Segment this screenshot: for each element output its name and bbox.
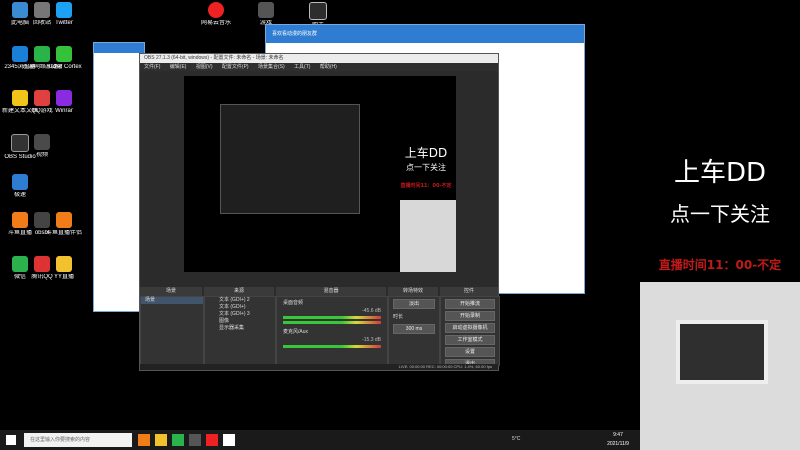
- menu-tools[interactable]: 工具(T): [294, 64, 310, 70]
- mixer-meter: [283, 321, 381, 324]
- studio-mode-button[interactable]: 工作室模式: [445, 335, 495, 345]
- taskbar-search-input[interactable]: 在这里输入你要搜索的内容: [24, 433, 132, 447]
- transition-duration-input[interactable]: 300 ms: [393, 324, 435, 334]
- mixer-meter: [283, 345, 381, 348]
- desktop-icon[interactable]: Winrar: [44, 90, 84, 115]
- mixer-track-level: -45.6 dB: [362, 308, 381, 314]
- mixer-title: 混音器: [276, 287, 386, 296]
- taskbar-app-icon[interactable]: [189, 434, 201, 446]
- taskbar-app-icon[interactable]: [172, 434, 184, 446]
- menu-edit[interactable]: 编辑(E): [170, 64, 187, 70]
- controls-title: 控件: [440, 287, 498, 296]
- taskbar-app-icon[interactable]: [155, 434, 167, 446]
- obs-menubar: 文件(F) 编辑(E) 视图(V) 配置文件(P) 场景集合(S) 工具(T) …: [140, 63, 498, 71]
- mixer-dock[interactable]: 桌面音频 -45.6 dB 麦克风/Aux -15.3 dB: [276, 296, 388, 366]
- camera-window-frame: [676, 320, 768, 384]
- weather-text: 5°C: [512, 436, 521, 442]
- music-icon: [208, 2, 224, 18]
- virtual-camera-button[interactable]: 启动虚拟摄像机: [445, 323, 495, 333]
- scene-item[interactable]: 场景: [141, 297, 203, 304]
- preview-camera: [400, 200, 456, 272]
- obs-window[interactable]: OBS 27.1.3 (64-bit, windows) - 配置文件: 未命名…: [139, 53, 500, 371]
- twitter-icon: [56, 2, 72, 18]
- taskbar-app-icon[interactable]: [223, 434, 235, 446]
- video-icon: [34, 134, 50, 150]
- sources-title: 来源: [204, 287, 274, 296]
- mixer-track-level: -15.3 dB: [362, 337, 381, 343]
- overlay-schedule: 直播时间11：00-不定: [658, 258, 782, 272]
- transitions-dock[interactable]: 淡出 时长 300 ms: [388, 296, 440, 366]
- desktop-icon[interactable]: 极速: [0, 174, 40, 199]
- transition-select[interactable]: 淡出: [393, 299, 435, 309]
- obs-status-bar: LIVE: 00:00:00 REC: 00:00:00 CPU: 1.4%, …: [140, 364, 498, 370]
- menu-profile[interactable]: 配置文件(P): [222, 64, 249, 70]
- menu-scene-collection[interactable]: 场景集合(S): [258, 64, 285, 70]
- source-item[interactable]: 显示器采集: [205, 325, 275, 332]
- stream-overlay: 上车DD 点一下关注 直播时间11：00-不定: [640, 0, 800, 450]
- source-item[interactable]: 图像: [205, 318, 275, 325]
- windows-start-icon[interactable]: [6, 435, 16, 445]
- assistant-icon: [309, 2, 327, 20]
- qq-chat-title: 喜欢看动漫的朋友群: [266, 25, 584, 43]
- desktop-icon[interactable]: 网易云音乐: [196, 2, 236, 27]
- razer-icon: [56, 46, 72, 62]
- desktop-icon[interactable]: Twitter: [44, 2, 84, 27]
- overlay-title: 上车DD: [673, 158, 767, 188]
- nested-preview: [220, 104, 360, 214]
- transition-duration-label: 时长: [393, 314, 404, 320]
- desktop-icon[interactable]: YY直播: [44, 256, 84, 281]
- mixer-track-name: 桌面音频: [283, 300, 304, 306]
- preview-subtitle: 点一下关注: [406, 163, 446, 172]
- clock-time: 9:47: [613, 432, 623, 438]
- qq-contact-window[interactable]: [93, 42, 145, 312]
- desktop-icon[interactable]: 斗鱼直播伴侣: [44, 212, 84, 237]
- overlay-subtitle: 点一下关注: [670, 202, 770, 226]
- transitions-title: 转场特效: [388, 287, 438, 296]
- menu-help[interactable]: 帮助(H): [320, 64, 337, 70]
- source-item[interactable]: 文本 (GDI+) 3: [205, 311, 275, 318]
- archive-icon: [56, 90, 72, 106]
- douyu-icon: [56, 212, 72, 228]
- source-item[interactable]: 文本 (GDI+) 2: [205, 297, 275, 304]
- preview-title: 上车DD: [404, 146, 448, 160]
- taskbar-app-icon[interactable]: [206, 434, 218, 446]
- preview-schedule: 直播时间11：00-不定: [400, 183, 452, 189]
- scenes-dock[interactable]: 场景: [140, 296, 204, 366]
- controls-dock[interactable]: 开始推流 开始录制 启动虚拟摄像机 工作室模式 设置 退出: [440, 296, 500, 369]
- taskbar: 在这里输入你要搜索的内容 5°C 9:47 2021/11/9: [0, 430, 640, 450]
- obs-preview[interactable]: 上车DD 点一下关注 直播时间11：00-不定: [184, 76, 456, 272]
- sources-dock[interactable]: 文本 (GDI+) 2 文本 (GDI+) 文本 (GDI+) 3 图像 显示器…: [204, 296, 276, 366]
- obs-title: OBS 27.1.3 (64-bit, windows) - 配置文件: 未命名…: [140, 54, 498, 63]
- taskbar-app-icon[interactable]: [138, 434, 150, 446]
- menu-view[interactable]: 视图(V): [196, 64, 213, 70]
- start-streaming-button[interactable]: 开始推流: [445, 299, 495, 309]
- game-icon: [258, 2, 274, 18]
- source-item[interactable]: 文本 (GDI+): [205, 304, 275, 311]
- yy-icon: [56, 256, 72, 272]
- start-recording-button[interactable]: 开始录制: [445, 311, 495, 321]
- mixer-track-name: 麦克风/Aux: [283, 329, 309, 335]
- desktop-icon[interactable]: Razer Cortex: [44, 46, 84, 71]
- qq-titlebar: [94, 43, 144, 53]
- overlay-camera: [640, 282, 800, 450]
- menu-file[interactable]: 文件(F): [144, 64, 160, 70]
- desktop-icon[interactable]: 视频: [22, 134, 62, 159]
- app-icon: [12, 174, 28, 190]
- settings-button[interactable]: 设置: [445, 347, 495, 357]
- mixer-meter: [283, 316, 381, 319]
- scenes-title: 场景: [140, 287, 202, 296]
- clock-date: 2021/11/9: [607, 441, 629, 447]
